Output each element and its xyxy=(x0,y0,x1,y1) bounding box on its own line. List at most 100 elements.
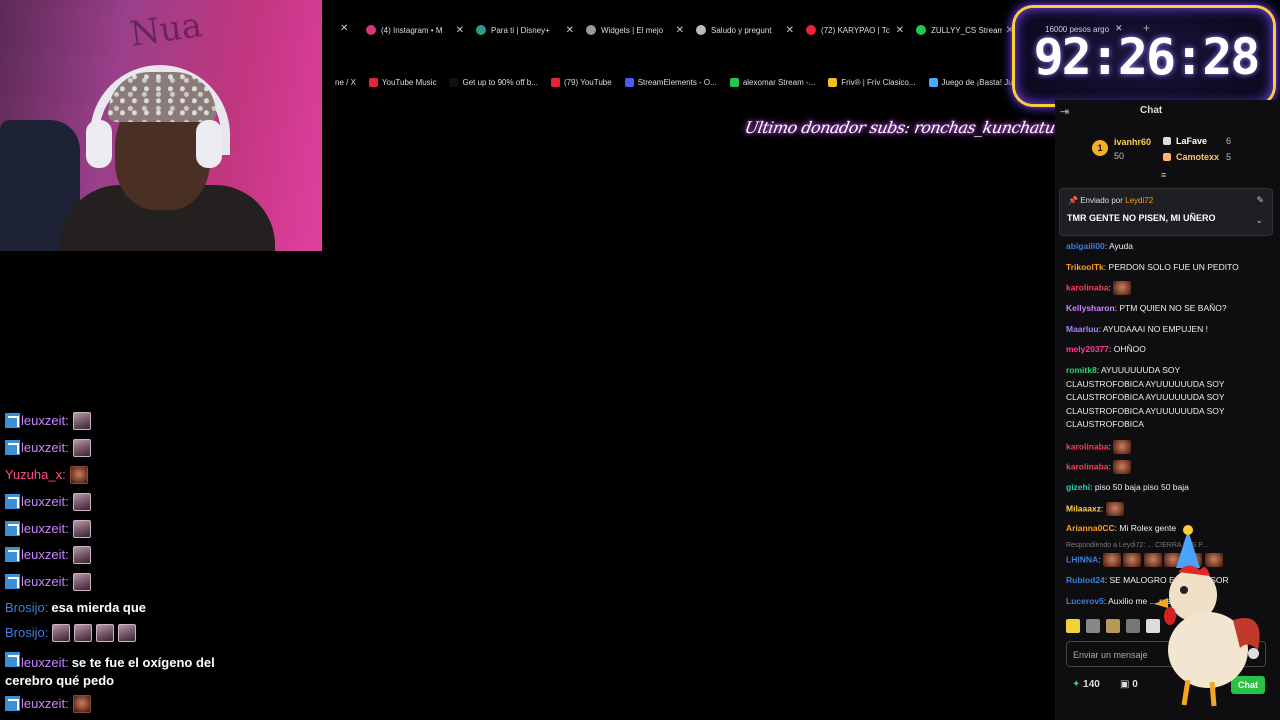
emote-button[interactable] xyxy=(1066,619,1080,633)
bookmark-item[interactable]: StreamElements - O... xyxy=(624,77,717,87)
bookmark-label: StreamElements - O... xyxy=(637,77,717,87)
verified-badge-icon xyxy=(5,652,20,667)
username-colon: : xyxy=(65,696,69,711)
bookmark-favicon-icon xyxy=(828,77,838,87)
chat-username[interactable]: LHINNA xyxy=(1066,554,1098,564)
tab-close-icon[interactable]: ✕ xyxy=(786,25,794,36)
tab-close-icon[interactable]: ✕ xyxy=(1006,25,1014,36)
bookmark-item[interactable]: alexomar Stream -... xyxy=(729,77,815,87)
chat-username: leuxzeit xyxy=(21,494,66,509)
chat-text: PTM QUIEN NO SE BAÑO? xyxy=(1119,303,1227,313)
chat-message: Milaaaxz: xyxy=(1066,502,1124,516)
tab-close-icon[interactable]: ✕ xyxy=(896,25,904,36)
chat-title: Chat xyxy=(1140,105,1163,116)
bookmark-item[interactable]: Juego de ¡Basta! Jue... xyxy=(928,77,1024,87)
chat-username[interactable]: Arianna0CC xyxy=(1066,523,1115,533)
chat-username[interactable]: karolinaba xyxy=(1066,282,1109,292)
chat-username: leuxzeit xyxy=(21,696,66,711)
bookmark-favicon-icon xyxy=(550,77,560,87)
subathon-timer: 16000 pesos argo ✕ + 92:26:28 xyxy=(1015,8,1273,104)
chat-username[interactable]: Maarluu xyxy=(1066,324,1099,334)
emote-icon xyxy=(96,624,115,642)
emote-icon xyxy=(72,412,91,430)
username-colon: : xyxy=(1100,503,1106,514)
chat-text: esa mierda que xyxy=(51,600,147,615)
overlay-chat-message: leuxzeit: xyxy=(5,520,91,538)
chat-username[interactable]: Rubiod24 xyxy=(1066,575,1105,585)
emote-button[interactable] xyxy=(1126,619,1140,633)
chat-message: mely20377: OHÑOO xyxy=(1066,343,1146,357)
tab-close-icon[interactable]: ✕ xyxy=(456,25,464,36)
username-colon: : xyxy=(62,467,66,482)
chat-username[interactable]: TrikoolTk xyxy=(1066,262,1104,272)
browser-tab[interactable]: Widgets | El mejo ✕ xyxy=(580,18,690,42)
chat-username[interactable]: romitk8 xyxy=(1066,365,1097,375)
chat-username: Brosijo xyxy=(5,600,45,615)
leaderboard-first-name[interactable]: ivanhr60 xyxy=(1114,137,1151,147)
emote-icon xyxy=(1113,281,1132,295)
chat-username[interactable]: Milaaaxz xyxy=(1066,503,1101,513)
last-donor-banner: Ultimo donador subs: ronchas_kunchatumar… xyxy=(743,118,1097,137)
username-colon: : xyxy=(44,625,49,640)
chevron-down-icon[interactable]: ⌄ xyxy=(1255,215,1263,226)
gift-box-icon: ▣ xyxy=(1120,679,1130,690)
leaderboard-second-name[interactable]: LaFave xyxy=(1176,136,1207,146)
emote-icon xyxy=(74,624,93,642)
chat-username[interactable]: gizehi xyxy=(1066,482,1090,492)
browser-tab[interactable]: ZULLYY_CS Stream ✕ xyxy=(910,18,1020,42)
chicken-eye xyxy=(1180,586,1188,594)
collapse-chat-icon[interactable]: ⇥ xyxy=(1060,105,1069,118)
party-chicken-sticker xyxy=(1154,525,1260,707)
bookmark-label: Get up to 90% off b... xyxy=(462,77,538,87)
overlay-chat-message: leuxzeit: xyxy=(5,573,91,591)
chat-username[interactable]: Lucerov5 xyxy=(1066,596,1104,606)
party-hat xyxy=(1176,530,1200,568)
chat-message: romitk8: AYUUUUUUDA SOY CLAUSTROFOBICA A… xyxy=(1066,364,1256,432)
browser-tab[interactable]: Para ti | Disney+ ✕ xyxy=(470,18,580,42)
verified-badge-icon xyxy=(5,413,20,428)
chat-username[interactable]: karolinaba xyxy=(1066,441,1109,451)
bookmark-item[interactable]: Get up to 90% off b... xyxy=(449,77,538,87)
emote-icon xyxy=(1102,553,1121,567)
chat-username[interactable]: Kellysharon xyxy=(1066,303,1115,313)
gift-counter[interactable]: ▣ 0 xyxy=(1120,679,1138,690)
browser-tab[interactable]: Saludo y pregunt ✕ xyxy=(690,18,800,42)
leaderboard-third-points: 5 xyxy=(1226,152,1232,162)
expand-leaderboard-icon[interactable]: ≡ xyxy=(1161,170,1166,180)
leaderboard-third-name[interactable]: Camotexx xyxy=(1176,152,1219,162)
chat-username[interactable]: karolinaba xyxy=(1066,461,1109,471)
emote-button[interactable] xyxy=(1086,619,1100,633)
chat-username[interactable]: abigaili00 xyxy=(1066,241,1105,251)
chat-message: karolinaba: xyxy=(1066,281,1132,295)
bookmark-label: Friv® | Friv Clasico... xyxy=(841,77,916,87)
channel-points[interactable]: ✦ 140 xyxy=(1072,679,1100,690)
chat-username: leuxzeit xyxy=(21,521,66,536)
bookmark-item[interactable]: Friv® | Friv Clasico... xyxy=(828,77,916,87)
gift-icon xyxy=(1163,137,1171,145)
points-icon: ✦ xyxy=(1072,679,1081,690)
emote-icon xyxy=(118,624,137,642)
tab-close-icon[interactable]: ✕ xyxy=(566,25,574,36)
pinned-by-user[interactable]: Leydi72 xyxy=(1125,196,1153,205)
emote-button[interactable] xyxy=(1106,619,1120,633)
browser-tab[interactable]: (4) Instagram • M ✕ xyxy=(360,18,470,42)
tab-favicon-icon xyxy=(586,25,596,35)
tab-close-icon[interactable]: ✕ xyxy=(340,23,348,34)
verified-badge-icon xyxy=(5,440,20,455)
overlay-chat-message: leuxzeit: xyxy=(5,493,91,511)
chicken-beak xyxy=(1154,598,1168,608)
tab-label: (72) KARYPAO | Tc xyxy=(821,25,890,35)
bookmark-item[interactable]: YouTube Music xyxy=(368,77,436,87)
username-colon: : xyxy=(65,521,69,536)
tab-label: Para ti | Disney+ xyxy=(491,25,550,35)
tab-close-icon[interactable]: ✕ xyxy=(676,25,684,36)
pinned-message[interactable]: 📌 Enviado por Leydi72 TMR GENTE NO PISEN… xyxy=(1059,188,1273,236)
unpin-icon[interactable]: ✎ xyxy=(1256,195,1264,206)
username-colon: : xyxy=(65,440,69,455)
chat-username[interactable]: mely20377 xyxy=(1066,344,1109,354)
bookmark-label: (79) YouTube xyxy=(563,77,612,87)
bookmark-item[interactable]: (79) YouTube xyxy=(550,77,612,87)
bookmark-item[interactable]: ne / X xyxy=(322,77,356,87)
browser-tab[interactable]: (72) KARYPAO | Tc ✕ xyxy=(800,18,910,42)
emote-icon xyxy=(72,546,91,564)
